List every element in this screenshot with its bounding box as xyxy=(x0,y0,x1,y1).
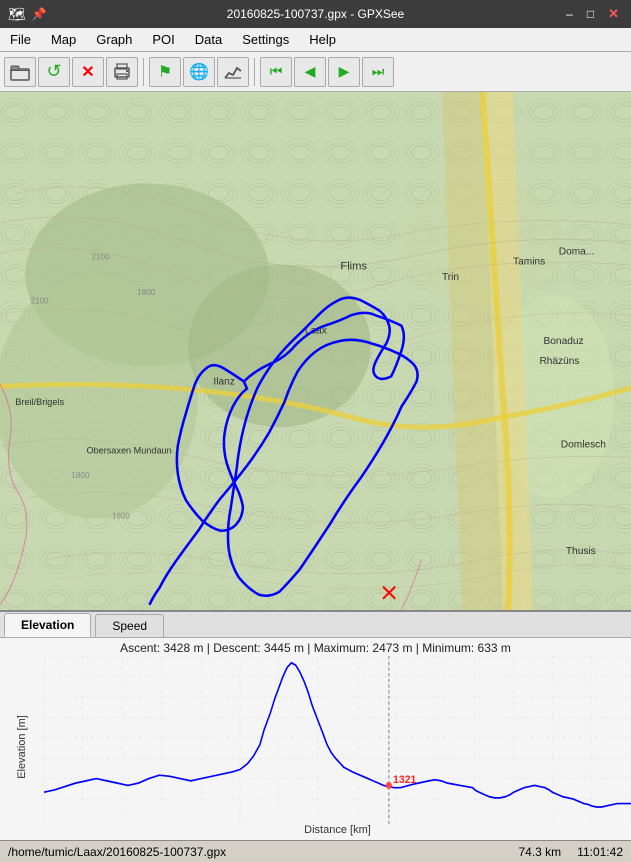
svg-text:2100: 2100 xyxy=(31,296,50,305)
toolbar-separator-1 xyxy=(143,58,144,86)
title-bar-left: 🗺 📌 xyxy=(8,6,47,23)
svg-text:Doma...: Doma... xyxy=(559,247,595,258)
svg-text:Breil/Brigels: Breil/Brigels xyxy=(15,397,64,407)
globe-button[interactable]: 🌐 xyxy=(183,57,215,87)
svg-text:Rhäzüns: Rhäzüns xyxy=(539,356,579,367)
next-button[interactable]: ▶ xyxy=(328,57,360,87)
pin-icon: 📌 xyxy=(32,7,47,21)
menu-file[interactable]: File xyxy=(0,28,41,51)
svg-text:1800: 1800 xyxy=(137,288,156,297)
y-axis-label: Elevation [m] xyxy=(16,715,28,779)
chart-button[interactable] xyxy=(217,57,249,87)
print-button[interactable] xyxy=(106,57,138,87)
menu-data[interactable]: Data xyxy=(185,28,232,51)
tab-elevation[interactable]: Elevation xyxy=(4,613,91,637)
open-button[interactable] xyxy=(4,57,36,87)
elevation-chart[interactable]: 2400 2200 2000 1800 1600 1400 1200 1000 … xyxy=(44,656,631,824)
prev-start-button[interactable]: ⏮ xyxy=(260,57,292,87)
svg-text:Trin: Trin xyxy=(442,272,459,283)
svg-text:Thusis: Thusis xyxy=(566,546,596,557)
status-bar: /home/tumic/Laax/20160825-100737.gpx 74.… xyxy=(0,840,631,862)
next-end-button[interactable]: ⏭ xyxy=(362,57,394,87)
svg-text:Obersaxen Mundaun: Obersaxen Mundaun xyxy=(86,446,171,456)
svg-text:Ilanz: Ilanz xyxy=(213,377,234,388)
svg-text:1800: 1800 xyxy=(71,471,90,480)
menu-bar: File Map Graph POI Data Settings Help xyxy=(0,28,631,52)
map-canvas: Flims Trin Tamins Doma... Laax Ilanz Bre… xyxy=(0,92,631,610)
title-bar-controls: – □ ✕ xyxy=(562,6,623,22)
window-title: 20160825-100737.gpx - GPXSee xyxy=(227,7,404,21)
close-button[interactable]: ✕ xyxy=(604,6,623,22)
prev-button[interactable]: ◀ xyxy=(294,57,326,87)
svg-text:Bonaduz: Bonaduz xyxy=(544,336,584,347)
menu-map[interactable]: Map xyxy=(41,28,86,51)
menu-poi[interactable]: POI xyxy=(142,28,184,51)
app-icon: 🗺 xyxy=(8,6,26,23)
map-area[interactable]: Flims Trin Tamins Doma... Laax Ilanz Bre… xyxy=(0,92,631,610)
toolbar: ↺ ✕ ⚑ 🌐 ⏮ ◀ ▶ ⏭ xyxy=(0,52,631,92)
title-bar: 🗺 📌 20160825-100737.gpx - GPXSee – □ ✕ xyxy=(0,0,631,28)
svg-text:2100: 2100 xyxy=(92,253,111,262)
flag-button[interactable]: ⚑ xyxy=(149,57,181,87)
graph-section: Elevation Speed Ascent: 3428 m | Descent… xyxy=(0,610,631,840)
time-label: 11:01:42 xyxy=(577,845,623,859)
svg-text:1321: 1321 xyxy=(393,774,416,786)
menu-settings[interactable]: Settings xyxy=(232,28,299,51)
menu-help[interactable]: Help xyxy=(299,28,346,51)
close-file-button[interactable]: ✕ xyxy=(72,57,104,87)
tabs: Elevation Speed xyxy=(0,612,631,638)
svg-text:Flims: Flims xyxy=(340,261,367,273)
minimize-button[interactable]: – xyxy=(562,7,577,21)
svg-text:1600: 1600 xyxy=(112,512,131,521)
x-axis-label: Distance [km] xyxy=(44,824,631,838)
svg-text:Tamins: Tamins xyxy=(513,257,545,268)
file-path: /home/tumic/Laax/20160825-100737.gpx xyxy=(8,845,226,859)
maximize-button[interactable]: □ xyxy=(583,7,598,21)
tab-speed[interactable]: Speed xyxy=(95,614,164,637)
toolbar-separator-2 xyxy=(254,58,255,86)
distance-label: 74.3 km xyxy=(518,845,561,859)
svg-text:Domlesch: Domlesch xyxy=(561,439,606,450)
stats-line: Ascent: 3428 m | Descent: 3445 m | Maxim… xyxy=(0,638,631,656)
menu-graph[interactable]: Graph xyxy=(86,28,142,51)
reload-button[interactable]: ↺ xyxy=(38,57,70,87)
